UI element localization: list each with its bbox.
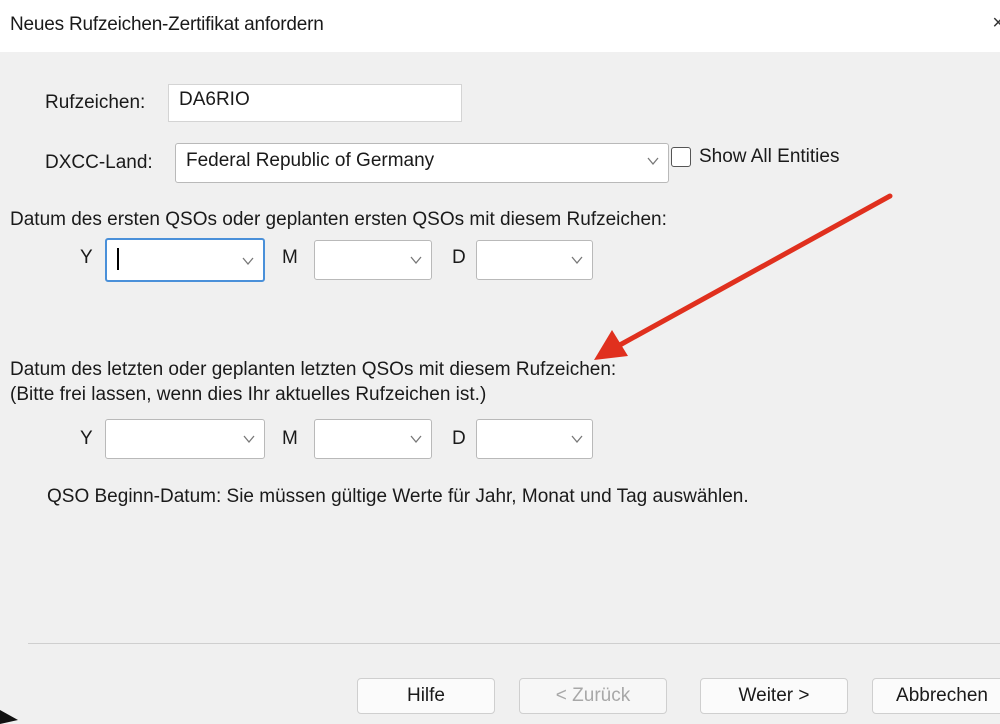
chevron-down-icon [410,256,422,265]
last-day-select[interactable] [476,419,593,459]
show-all-entities-label: Show All Entities [699,146,840,167]
help-button[interactable]: Hilfe [357,678,495,714]
chevron-down-icon [243,435,255,444]
chevron-down-icon [647,157,659,166]
first-day-select[interactable] [476,240,593,280]
last-year-select[interactable] [105,419,265,459]
first-month-select[interactable] [314,240,432,280]
cursor-icon [0,710,18,724]
dxcc-select[interactable]: Federal Republic of Germany [175,143,669,183]
last-qso-label: Datum des letzten oder geplanten letzten… [10,359,617,380]
last-qso-hint: (Bitte frei lassen, wenn dies Ihr aktuel… [10,384,487,405]
first-month-label: M [282,247,298,268]
chevron-down-icon [571,256,583,265]
dialog-window: Neues Rufzeichen-Zertifikat anfordern × … [0,0,1000,724]
show-all-entities-checkbox[interactable] [671,147,691,167]
first-year-select[interactable] [105,238,265,282]
next-button[interactable]: Weiter > [700,678,848,714]
back-button[interactable]: < Zurück [519,678,667,714]
cancel-button[interactable]: Abbrechen [872,678,1000,714]
last-month-label: M [282,428,298,449]
dxcc-value: Federal Republic of Germany [186,150,435,171]
last-day-label: D [452,428,466,449]
dxcc-label: DXCC-Land: [45,152,153,173]
callsign-label: Rufzeichen: [45,92,146,113]
close-icon[interactable]: × [992,12,1000,35]
first-qso-label: Datum des ersten QSOs oder geplanten ers… [10,209,667,230]
window-title: Neues Rufzeichen-Zertifikat anfordern [10,14,324,35]
last-year-label: Y [80,428,93,449]
chevron-down-icon [242,257,254,266]
chevron-down-icon [571,435,583,444]
callsign-field[interactable]: DA6RIO [168,84,462,122]
title-bar: Neues Rufzeichen-Zertifikat anfordern × [0,0,1000,52]
chevron-down-icon [410,435,422,444]
first-day-label: D [452,247,466,268]
validation-message: QSO Beginn-Datum: Sie müssen gültige Wer… [47,486,749,507]
button-separator [28,643,1000,644]
callsign-value: DA6RIO [179,89,250,110]
last-month-select[interactable] [314,419,432,459]
first-year-label: Y [80,247,93,268]
text-cursor [117,248,119,270]
